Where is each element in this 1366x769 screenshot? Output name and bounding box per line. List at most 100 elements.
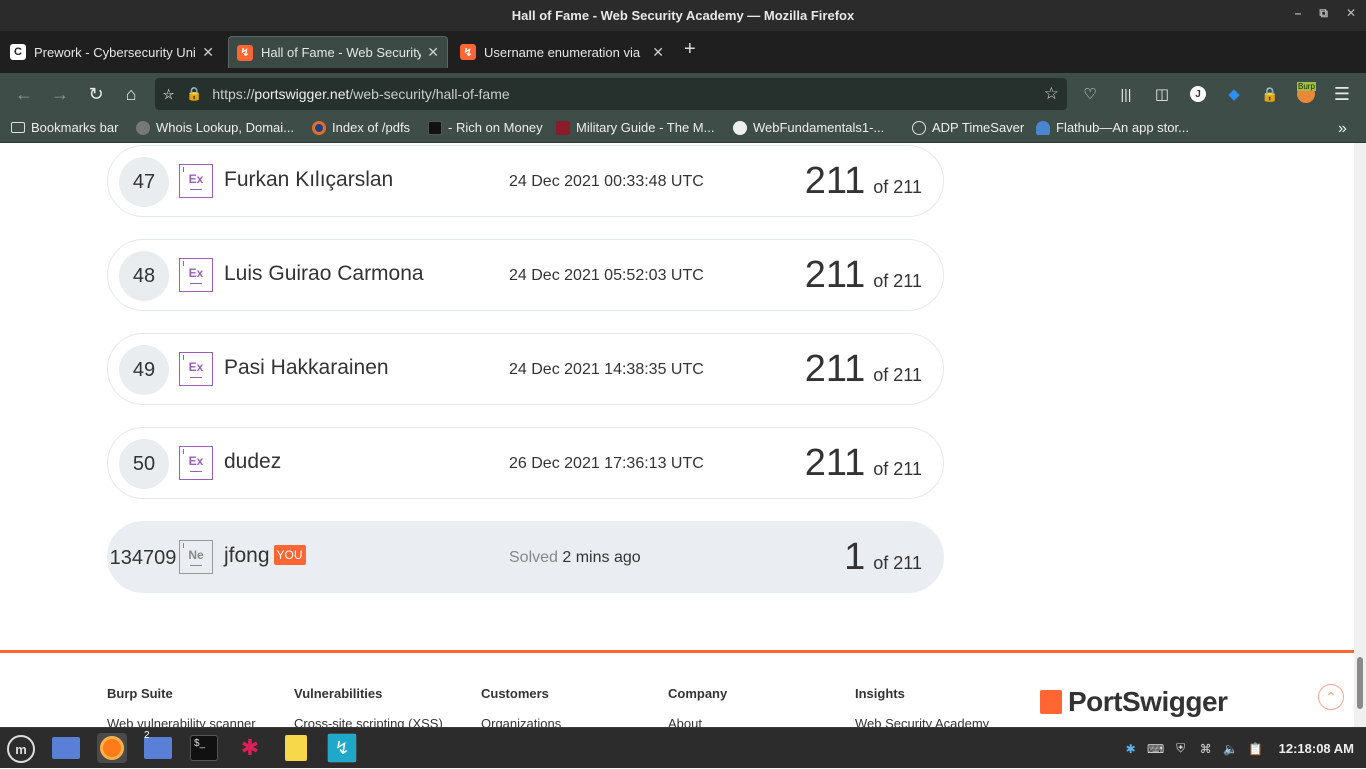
maximize-icon[interactable]: ⧉ [1319, 6, 1328, 21]
reload-icon[interactable]: ↻ [85, 83, 107, 105]
clipboard-icon[interactable]: 📋 [1248, 742, 1264, 756]
footer-link[interactable]: About [668, 716, 702, 727]
sidebar-icon[interactable]: ◫ [1151, 83, 1173, 105]
bookmark-label: ADP TimeSaver [932, 120, 1025, 135]
menu-icon[interactable]: ☰ [1331, 83, 1353, 105]
clock[interactable]: 12:18:08 AM [1279, 741, 1354, 756]
leaderboard-row: 47 Ex Furkan Kılıçarslan 24 Dec 2021 00:… [107, 145, 944, 217]
footer-link[interactable]: Cross-site scripting (XSS) [294, 716, 443, 727]
bookmark-item[interactable]: Whois Lookup, Domai... [136, 120, 294, 135]
extension-lock-icon[interactable]: 🔒 [1259, 83, 1281, 105]
footer-link[interactable]: Web vulnerability scanner [107, 716, 256, 727]
bookmark-item[interactable]: - Rich on Money [428, 120, 543, 135]
burp-suite-icon[interactable]: ↯ [327, 733, 357, 763]
badge-label: Ne [188, 548, 204, 562]
user-name[interactable]: Pasi Hakkarainen [224, 356, 389, 380]
shield-icon[interactable]: ⛨ [1173, 741, 1189, 756]
tab-title: Hall of Fame - Web Security [261, 45, 422, 60]
tab-hall-of-fame[interactable]: ↯ Hall of Fame - Web Security ✕ [228, 36, 448, 68]
score: 1 of 211 [844, 536, 922, 579]
score-total: of 211 [873, 365, 922, 385]
bookmark-item[interactable]: Index of /pdfs [312, 120, 410, 135]
close-icon[interactable]: ✕ [652, 44, 664, 61]
bookmark-item[interactable]: WebFundamentals1-... [733, 120, 884, 135]
score-value: 211 [804, 442, 866, 484]
pocket-icon[interactable]: ♡ [1079, 83, 1101, 105]
score-total: of 211 [873, 271, 922, 291]
scrollbar-thumb[interactable] [1357, 657, 1363, 709]
burp-badge: Burp [1297, 82, 1316, 91]
globe-icon [312, 120, 326, 135]
firefox-icon[interactable] [97, 733, 127, 763]
user-name[interactable]: Furkan Kılıçarslan [224, 168, 393, 192]
burp-extension-icon[interactable]: Burp [1295, 82, 1317, 105]
solved-time: Solved 2 mins ago [509, 549, 641, 567]
system-tray: ✱ ⌨ ⛨ ⌘ 🔈 📋 12:18:08 AM [1123, 728, 1366, 769]
badge-label: Ex [188, 454, 204, 468]
bookmark-star-icon[interactable]: ☆ [1044, 84, 1059, 104]
footer-link[interactable]: Web Security Academy [855, 716, 989, 727]
tab-title: Prework - Cybersecurity Uni [34, 44, 196, 60]
bookmark-folder[interactable]: Bookmarks bar [11, 120, 118, 135]
close-icon[interactable]: ✕ [202, 44, 214, 61]
solved-time-value: 2 mins ago [562, 549, 641, 566]
more-bookmarks-icon[interactable]: » [1338, 120, 1347, 138]
terminal-icon[interactable]: $_ [189, 733, 219, 763]
score: 211 of 211 [805, 160, 922, 203]
badge-label: Ex [188, 266, 204, 280]
volume-icon[interactable]: 🔈 [1223, 742, 1239, 756]
leaderboard-row: 49 Ex Pasi Hakkarainen 24 Dec 2021 14:38… [107, 333, 944, 405]
score-total: of 211 [873, 553, 922, 573]
tab-prework[interactable]: C Prework - Cybersecurity Uni ✕ [2, 36, 222, 68]
user-name[interactable]: jfong YOU [224, 544, 306, 568]
taskbar: m 2 $_ ✱ ↯ ✱ ⌨ ⛨ ⌘ 🔈 📋 12:18:08 AM [0, 727, 1366, 768]
library-icon[interactable]: ||| [1115, 83, 1137, 105]
portswigger-logo[interactable]: PortSwigger [1040, 686, 1228, 718]
portswigger-icon: ↯ [237, 44, 253, 61]
user-name[interactable]: dudez [224, 450, 281, 474]
tab-strip: C Prework - Cybersecurity Uni ✕ ↯ Hall o… [0, 31, 1366, 73]
url-bar[interactable]: ⛦ 🔒 https://portswigger.net/web-security… [155, 78, 1067, 110]
bookmark-item[interactable]: Military Guide - The M... [556, 120, 714, 135]
tab-username-enumeration[interactable]: ↯ Username enumeration via ✕ [452, 36, 672, 68]
shield-icon[interactable]: ⛦ [163, 86, 174, 103]
score-value: 211 [804, 254, 866, 296]
military-icon [556, 120, 570, 135]
bookmark-item[interactable]: Flathub—An app stor... [1036, 120, 1189, 135]
extension-diamond-icon[interactable]: ◆ [1223, 83, 1245, 105]
forward-icon[interactable]: → [49, 83, 71, 105]
bookmark-label: Index of /pdfs [332, 120, 411, 135]
minimize-icon[interactable]: – [1295, 6, 1302, 21]
show-desktop-icon[interactable] [51, 733, 81, 763]
new-tab-icon[interactable]: + [684, 38, 696, 61]
close-icon[interactable]: ✕ [427, 44, 439, 61]
user-name-text: jfong [224, 544, 270, 567]
user-name[interactable]: Luis Guirao Carmona [224, 262, 424, 286]
expert-badge-icon: Ex [179, 258, 213, 292]
keyboard-icon[interactable]: ⌨ [1147, 742, 1164, 756]
home-icon[interactable]: ⌂ [120, 83, 142, 105]
lock-icon[interactable]: 🔒 [186, 86, 202, 102]
page-scrollbar[interactable] [1354, 143, 1366, 727]
mint-menu-icon[interactable]: m [5, 733, 37, 765]
score: 211 of 211 [805, 254, 922, 297]
footer-heading: Burp Suite [107, 686, 173, 701]
files-icon[interactable]: 2 [143, 730, 173, 763]
globe-icon [912, 120, 926, 135]
score-value: 211 [804, 348, 866, 390]
bookmark-item[interactable]: ADP TimeSaver [912, 120, 1024, 135]
slack-tray-icon[interactable]: ✱ [1123, 742, 1139, 756]
text-editor-icon[interactable] [281, 733, 311, 763]
github-icon [733, 120, 747, 135]
portswigger-mark-icon [1040, 690, 1062, 714]
bookmark-label: - Rich on Money [448, 120, 543, 135]
slack-icon[interactable]: ✱ [235, 733, 265, 763]
rank-number: 48 [119, 251, 169, 301]
footer-link[interactable]: Organizations [481, 716, 561, 727]
wifi-icon[interactable]: ⌘ [1198, 742, 1214, 756]
back-icon[interactable]: ← [13, 83, 35, 105]
account-icon[interactable]: J [1187, 83, 1209, 105]
scroll-to-top-icon[interactable]: ⌃ [1318, 684, 1344, 710]
footer-heading: Vulnerabilities [294, 686, 383, 701]
close-icon[interactable]: ✕ [1346, 6, 1356, 21]
